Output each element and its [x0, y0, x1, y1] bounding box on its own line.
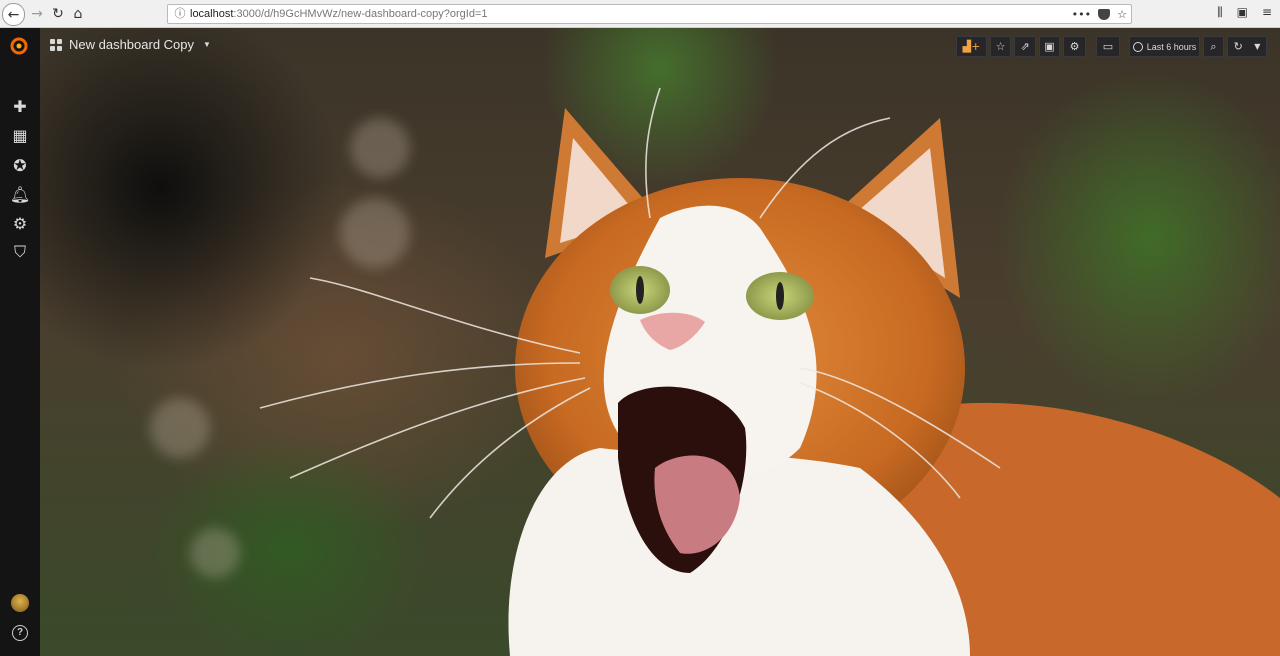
star-button[interactable]: ☆: [990, 36, 1011, 57]
sidebar-item-explore[interactable]: ✪: [10, 155, 30, 175]
library-icon[interactable]: ⫼: [1217, 5, 1223, 20]
side-menu: ✚ ▦ ✪ 🔔︎ ⚙ ⛉ ?: [0, 28, 40, 656]
bookmark-star-icon[interactable]: ☆: [1117, 8, 1127, 21]
plus-icon: ✚: [13, 96, 27, 116]
home-icon[interactable]: ⌂: [67, 3, 89, 25]
sidebar-icon[interactable]: ▣: [1237, 5, 1248, 20]
refresh-icon[interactable]: ↻: [1234, 40, 1243, 53]
compass-icon: ✪: [13, 155, 27, 175]
grafana-logo-icon[interactable]: [9, 36, 29, 56]
refresh-interval-caret-icon[interactable]: ▼: [1254, 42, 1260, 51]
more-icon[interactable]: •••: [1072, 8, 1091, 21]
caret-down-icon: ▼: [203, 40, 211, 49]
browser-toolbar: ← → ↻ ⌂ ⓘ localhost:3000/d/h9GcHMvWz/new…: [0, 0, 1280, 28]
sidebar-item-alerting[interactable]: 🔔︎: [10, 184, 30, 204]
gear-icon: ⚙: [1069, 40, 1080, 53]
info-icon[interactable]: ⓘ: [173, 7, 187, 21]
url-host: localhost: [190, 8, 234, 20]
share-icon: ⇗: [1020, 40, 1030, 53]
shield-icon: ⛉: [13, 242, 26, 261]
share-button[interactable]: ⇗: [1014, 36, 1036, 57]
time-picker-button[interactable]: Last 6 hours: [1129, 36, 1200, 57]
pocket-icon[interactable]: [1098, 8, 1111, 20]
sidebar-item-server-admin[interactable]: ⛉: [10, 242, 30, 262]
add-panel-button[interactable]: ▟+: [956, 36, 987, 57]
settings-button[interactable]: ⚙: [1063, 36, 1086, 57]
refresh-button-group[interactable]: ↻ ▼: [1227, 36, 1267, 57]
sidebar-item-dashboards[interactable]: ▦: [10, 125, 30, 145]
save-icon: ▣: [1044, 40, 1055, 53]
dashboard-title-picker[interactable]: New dashboard Copy ▼: [50, 37, 211, 52]
dashboard-grid-icon: [50, 38, 62, 51]
save-button[interactable]: ▣: [1039, 36, 1060, 57]
sidebar-item-create[interactable]: ✚: [10, 96, 30, 116]
star-icon: ☆: [995, 40, 1006, 53]
user-avatar[interactable]: [11, 594, 29, 612]
add-panel-icon: ▟+: [962, 40, 981, 53]
clock-icon: [1132, 41, 1143, 52]
dashboards-grid-icon: ▦: [12, 125, 28, 145]
back-icon[interactable]: ←: [2, 3, 25, 26]
zoom-out-button[interactable]: ⌕: [1203, 36, 1224, 57]
bell-icon: 🔔︎: [9, 184, 31, 204]
time-range-label: Last 6 hours: [1146, 41, 1197, 52]
menu-icon[interactable]: ≡: [1262, 5, 1272, 20]
address-bar[interactable]: ⓘ localhost:3000/d/h9GcHMvWz/new-dashboa…: [167, 4, 1132, 24]
cat-illustration: [259, 87, 1280, 656]
dashboard-background-image: [40, 28, 1280, 656]
sidebar-item-configuration[interactable]: ⚙: [10, 213, 30, 233]
gear-icon: ⚙: [12, 213, 28, 233]
monitor-icon: ▭: [1102, 40, 1114, 53]
reload-icon[interactable]: ↻: [47, 3, 69, 25]
url-text[interactable]: localhost:3000/d/h9GcHMvWz/new-dashboard…: [190, 7, 487, 22]
search-minus-icon: ⌕: [1210, 39, 1217, 53]
url-path: :3000/d/h9GcHMvWz/new-dashboard-copy?org…: [233, 8, 488, 20]
view-mode-button[interactable]: ▭: [1096, 36, 1120, 57]
forward-icon[interactable]: →: [26, 3, 48, 25]
dashboard-title: New dashboard Copy: [69, 37, 195, 52]
help-icon[interactable]: ?: [12, 625, 28, 641]
